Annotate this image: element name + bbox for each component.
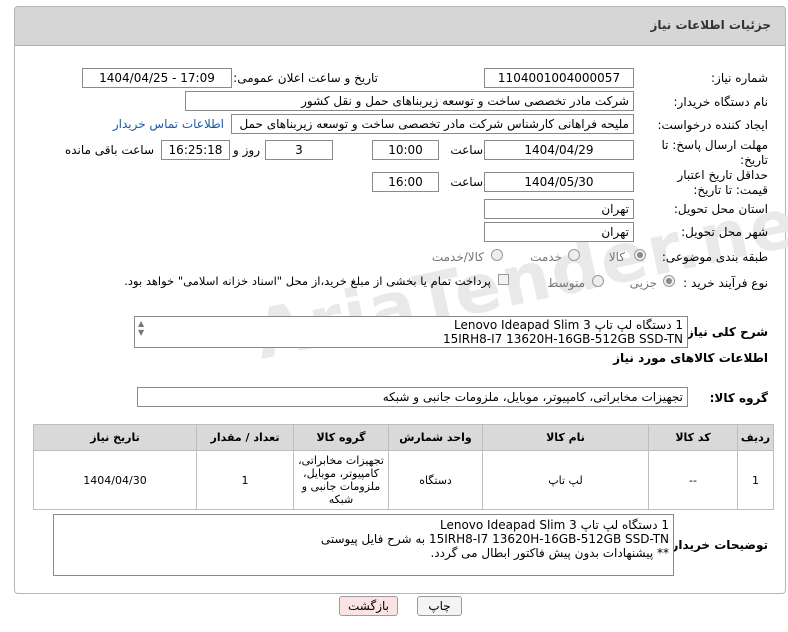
print-button[interactable]: چاپ — [417, 596, 462, 616]
col-qty: تعداد / مقدار — [196, 424, 294, 451]
cell-name: لپ تاپ — [482, 450, 649, 510]
scroll-arrows-icon[interactable]: ▲ ▼ — [138, 319, 144, 337]
col-group: گروه کالا — [293, 424, 389, 451]
announce-field: 1404/04/25 - 17:09 — [82, 68, 232, 88]
cell-qty: 1 — [196, 450, 294, 510]
table-row[interactable]: 1 -- لپ تاپ دستگاه تجهیزات مخابراتی، کام… — [33, 450, 774, 510]
table-header-row: ردیف کد کالا نام کالا واحد شمارش گروه کا… — [33, 424, 774, 451]
deadline-time-label: ساعت — [450, 143, 483, 157]
general-desc-label: شرح کلی نیاز: — [682, 325, 768, 339]
validity-date-field: 1404/05/30 — [484, 172, 634, 192]
col-unit: واحد شمارش — [388, 424, 483, 451]
category-option-goods: کالا — [608, 250, 625, 264]
need-number-label: شماره نیاز: — [711, 71, 768, 85]
deadline-time-field: 10:00 — [372, 140, 439, 160]
payment-note: پرداخت تمام یا بخشی از مبلغ خرید،از محل … — [124, 274, 491, 288]
general-desc-line-1: 1 دستگاه لپ تاپ Lenovo Ideapad Slim 3 — [453, 318, 683, 332]
category-label: طبقه بندی موضوعی: — [661, 250, 768, 264]
process-radio-minor[interactable] — [663, 275, 675, 287]
general-desc-box[interactable]: 1 دستگاه لپ تاپ Lenovo Ideapad Slim 3 15… — [134, 316, 688, 348]
process-radio-medium[interactable] — [592, 275, 604, 287]
buyer-contact-link[interactable]: اطلاعات تماس خریدار — [113, 117, 224, 131]
col-name: نام کالا — [482, 424, 649, 451]
goods-info-title: اطلاعات کالاهای مورد نیاز — [613, 351, 768, 365]
page-title: جزئیات اطلاعات نیاز — [650, 18, 771, 32]
city-field: تهران — [484, 222, 634, 242]
category-radio-goods[interactable] — [634, 249, 646, 261]
buyer-desc-line-1: 1 دستگاه لپ تاپ Lenovo Ideapad Slim 3 — [439, 518, 669, 532]
cell-row: 1 — [737, 450, 774, 510]
need-number-field: 1104001004000057 — [484, 68, 634, 88]
province-field: تهران — [484, 199, 634, 219]
col-row: ردیف — [737, 424, 774, 451]
remaining-label: ساعت باقی مانده — [64, 143, 154, 157]
category-radio-both[interactable] — [491, 249, 503, 261]
validity-label: حداقل تاریخ اعتبار قیمت: تا تاریخ: — [677, 168, 768, 197]
category-option-both: کالا/خدمت — [431, 250, 484, 264]
days-field: 3 — [265, 140, 333, 160]
goods-group-field: تجهیزات مخابراتی، کامپیوتر، موبایل، ملزو… — [137, 387, 688, 407]
creator-field: ملیحه فراهانی کارشناس شرکت مادر تخصصی سا… — [231, 114, 634, 134]
validity-time-field: 16:00 — [372, 172, 439, 192]
deadline-label: مهلت ارسال پاسخ: تا تاریخ: — [661, 138, 768, 167]
goods-group-label: گروه کالا: — [709, 391, 768, 405]
col-code: کد کالا — [648, 424, 738, 451]
buyer-desc-line-3: ** پیشنهادات بدون پیش فاکتور ابطال می گر… — [430, 546, 669, 560]
process-option-minor: جزیی — [629, 276, 657, 290]
remaining-time-field: 16:25:18 — [161, 140, 230, 160]
province-label: استان محل تحویل: — [673, 202, 768, 216]
buyer-org-field: شرکت مادر تخصصی ساخت و توسعه زیربناهای ح… — [185, 91, 634, 111]
category-option-service: خدمت — [530, 250, 562, 264]
city-label: شهر محل تحویل: — [681, 225, 768, 239]
cell-date: 1404/04/30 — [33, 450, 197, 510]
goods-table: ردیف کد کالا نام کالا واحد شمارش گروه کا… — [33, 424, 774, 510]
treasury-checkbox[interactable] — [498, 274, 509, 285]
cell-unit: دستگاه — [388, 450, 483, 510]
cell-code: -- — [648, 450, 738, 510]
cell-group: تجهیزات مخابراتی، کامپیوتر، موبایل، ملزو… — [293, 450, 389, 510]
buyer-desc-label: توضیحات خریدار: — [666, 538, 768, 552]
buyer-desc-line-2: 15IRH8-I7 13620H-16GB-512GB SSD-TN به شر… — [320, 532, 669, 546]
days-label: روز و — [233, 143, 260, 157]
process-option-medium: متوسط — [547, 276, 585, 290]
col-date: تاریخ نیاز — [33, 424, 197, 451]
title-bar: جزئیات اطلاعات نیاز — [14, 6, 786, 46]
announce-label: تاریخ و ساعت اعلان عمومی: — [233, 71, 378, 85]
deadline-date-field: 1404/04/29 — [484, 140, 634, 160]
creator-label: ایجاد کننده درخواست: — [657, 118, 768, 132]
category-radio-service[interactable] — [568, 249, 580, 261]
general-desc-line-2: 15IRH8-I7 13620H-16GB-512GB SSD-TN — [442, 332, 683, 346]
process-label: نوع فرآیند خرید : — [683, 276, 768, 290]
back-button[interactable]: بازگشت — [339, 596, 398, 616]
validity-time-label: ساعت — [450, 175, 483, 189]
buyer-org-label: نام دستگاه خریدار: — [673, 95, 769, 109]
buyer-desc-box[interactable]: 1 دستگاه لپ تاپ Lenovo Ideapad Slim 3 15… — [53, 514, 674, 576]
